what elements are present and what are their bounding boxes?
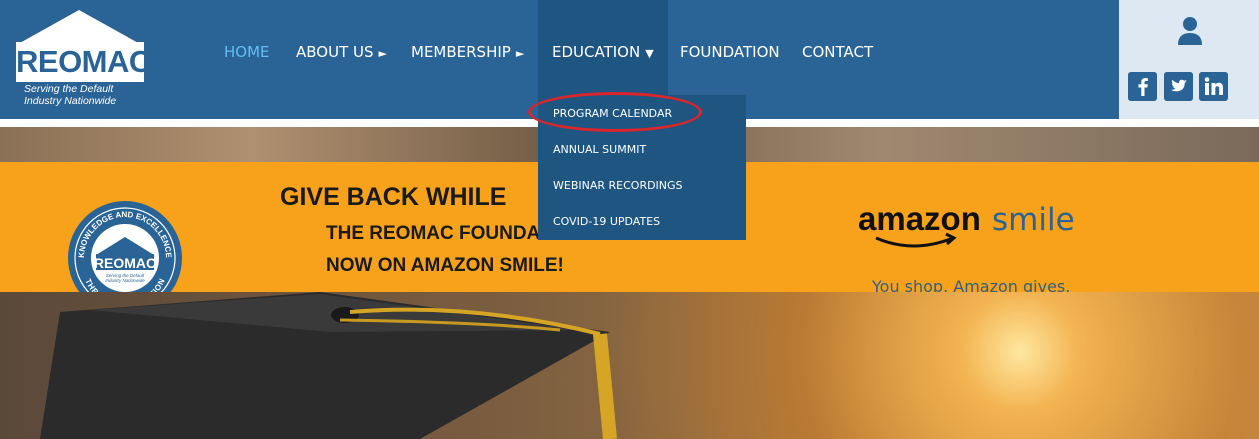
linkedin-icon[interactable] [1199,72,1228,101]
seal-wordmark: REOMAC [94,255,156,271]
nav-home-label: HOME [224,43,270,61]
chevron-right-icon: ► [515,47,525,60]
amazon-smile-logo: amazon smile [858,200,1075,248]
amazon-word: amazon [858,200,981,237]
nav-membership[interactable]: MEMBERSHIP ► [411,0,524,104]
logo-wordmark: REOMAC [16,44,151,79]
nav-education-label: EDUCATION [552,43,641,61]
chevron-down-icon: ▼ [645,47,654,60]
logo-tagline-line1: Serving the Default [24,83,114,95]
nav-foundation-label: FOUNDATION [680,43,780,61]
nav-membership-label: MEMBERSHIP [411,43,511,61]
nav-foundation[interactable]: FOUNDATION [680,0,780,104]
graduation-photo [0,292,1259,439]
smile-word: smile [992,202,1075,238]
promo-headline: GIVE BACK WHILE [280,183,507,211]
promo-subheadline-2: NOW ON AMAZON SMILE! [326,255,564,276]
nav-contact[interactable]: CONTACT [802,0,873,104]
logo-tagline: Serving the Default Industry Nationwide [24,83,152,107]
twitter-icon[interactable] [1164,72,1193,101]
house-roof-icon [18,10,140,44]
seal-small-text-2: Industry Nationwide [105,278,145,283]
nav-about-us[interactable]: ABOUT US ► [296,0,387,104]
dropdown-item-covid-19-updates[interactable]: COVID-19 UPDATES [553,207,660,237]
facebook-icon[interactable] [1128,72,1157,101]
reomac-logo[interactable]: REOMAC Serving the Default Industry Nati… [14,8,151,108]
nav-about-us-label: ABOUT US [296,43,374,61]
nav-home[interactable]: HOME [224,0,270,104]
header-utility-panel [1119,0,1259,119]
highlight-ring [528,92,702,132]
logo-wordmark-box: REOMAC [16,42,151,82]
logo-tagline-line2: Industry Nationwide [24,95,117,107]
nav-contact-label: CONTACT [802,43,874,61]
dropdown-item-webinar-recordings[interactable]: WEBINAR RECORDINGS [553,171,683,201]
graduation-cap-icon [40,292,617,439]
chevron-right-icon: ► [378,47,387,60]
user-icon[interactable] [1177,16,1203,46]
nav-education[interactable]: EDUCATION ▼ [538,0,668,104]
dropdown-item-annual-summit[interactable]: ANNUAL SUMMIT [553,135,646,165]
